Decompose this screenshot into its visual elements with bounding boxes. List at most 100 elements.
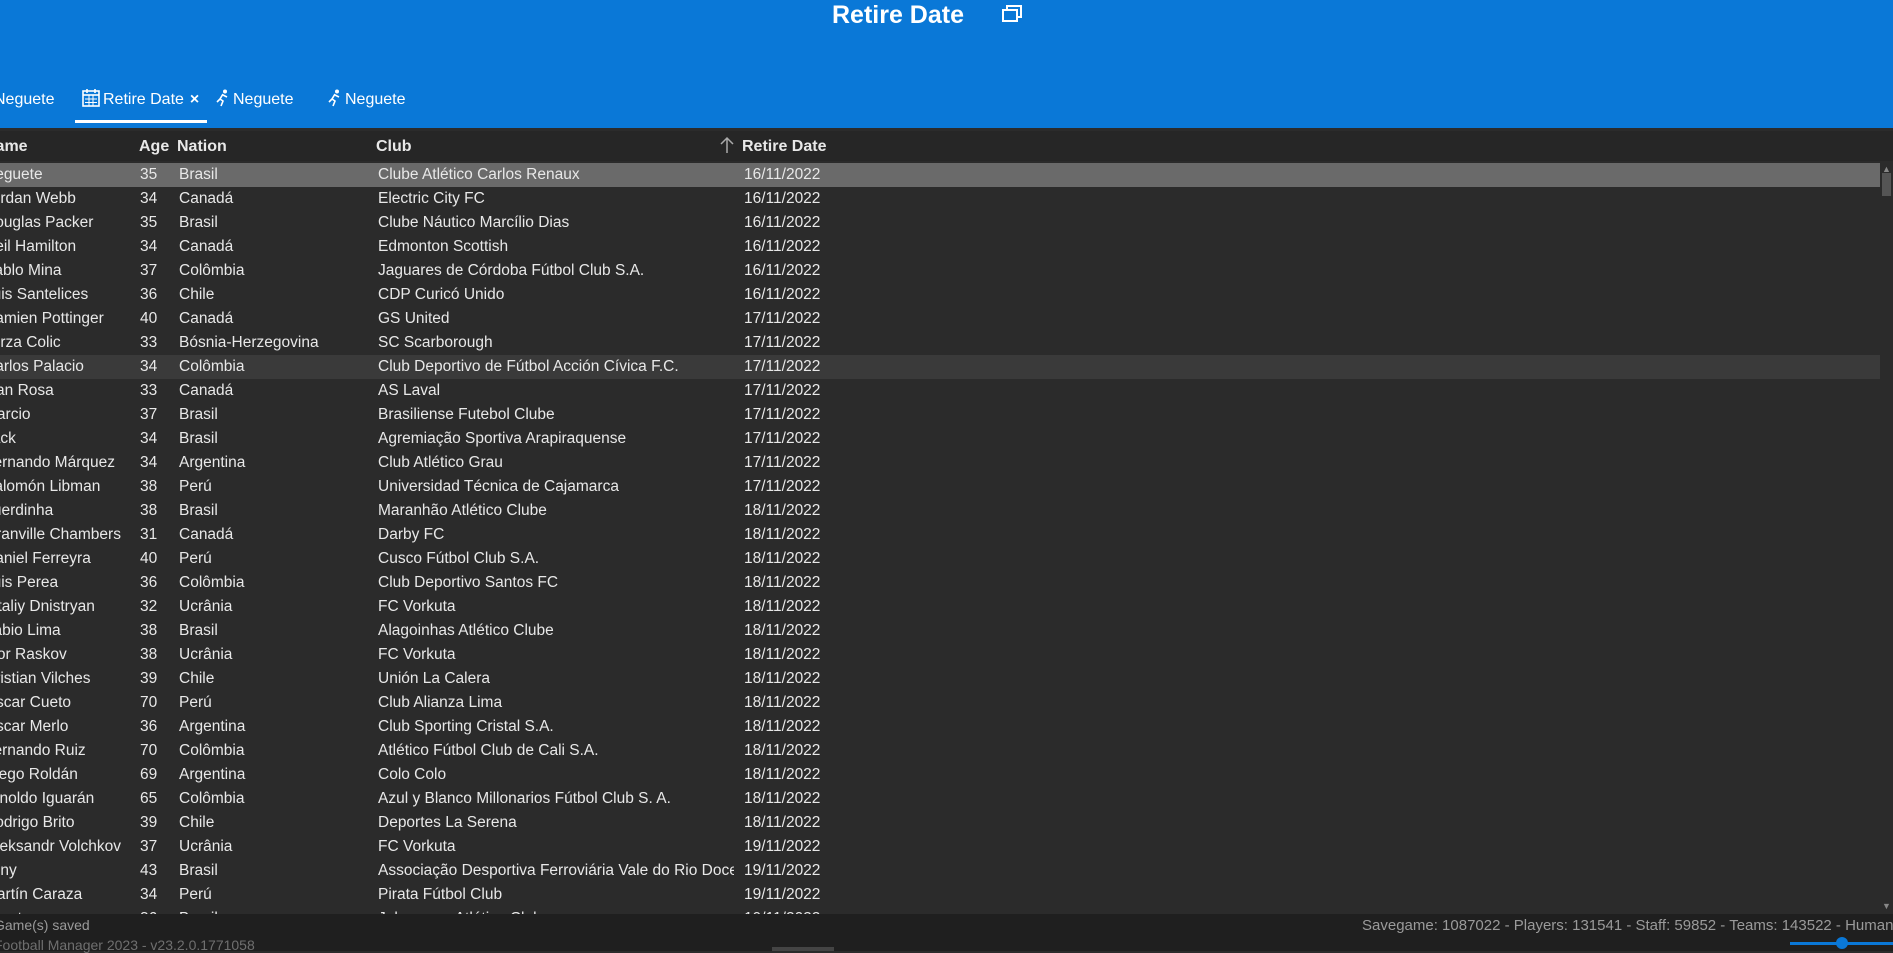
club-cell[interactable]: Deportes La Serena: [378, 811, 734, 835]
nation-cell[interactable]: Canadá: [179, 235, 369, 259]
table-row[interactable]: Martín Caraza 34 Perú Pirata Fútbol Club 19/…: [0, 883, 1880, 907]
club-cell[interactable]: Edmonton Scottish: [378, 235, 734, 259]
nation-cell[interactable]: Perú: [179, 475, 369, 499]
player-name-cell[interactable]: Jordan Webb: [0, 187, 134, 211]
player-name-cell[interactable]: Neil Hamilton: [0, 235, 134, 259]
club-cell[interactable]: Darby FC: [378, 523, 734, 547]
club-cell[interactable]: Electric City FC: [378, 187, 734, 211]
club-cell[interactable]: SC Scarborough: [378, 331, 734, 355]
nation-cell[interactable]: Argentina: [179, 763, 369, 787]
nation-cell[interactable]: Ucrânia: [179, 835, 369, 859]
club-cell[interactable]: Clube Atlético Carlos Renaux: [378, 163, 734, 187]
club-cell[interactable]: Unión La Calera: [378, 667, 734, 691]
nation-cell[interactable]: Brasil: [179, 163, 369, 187]
club-cell[interactable]: Colo Colo: [378, 763, 734, 787]
club-cell[interactable]: GS United: [378, 307, 734, 331]
club-cell[interactable]: Clube Náutico Marcílio Dias: [378, 211, 734, 235]
nation-cell[interactable]: Ucrânia: [179, 595, 369, 619]
table-row[interactable]: Tuerdinha 38 Brasil Maranhão Atlético Clube…: [0, 499, 1880, 523]
table-row[interactable]: Daniel Ferreyra 40 Perú Cusco Fútbol Club S…: [0, 547, 1880, 571]
club-cell[interactable]: Club Deportivo de Fútbol Acción Cívica F…: [378, 355, 734, 379]
club-cell[interactable]: Club Deportivo Santos FC: [378, 571, 734, 595]
club-cell[interactable]: Jaguares de Córdoba Fútbol Club S.A.: [378, 259, 734, 283]
table-row[interactable]: Jordan Webb 34 Canadá Electric City FC 16/11…: [0, 187, 1880, 211]
close-tab-icon[interactable]: ×: [190, 91, 199, 108]
table-row[interactable]: Luis Perea 36 Colômbia Club Deportivo Santo…: [0, 571, 1880, 595]
column-header-club[interactable]: Club: [376, 138, 412, 156]
nation-cell[interactable]: Chile: [179, 667, 369, 691]
club-cell[interactable]: Cusco Fútbol Club S.A.: [378, 547, 734, 571]
player-name-cell[interactable]: Vitaliy Dnistryan: [0, 595, 134, 619]
table-row[interactable]: Rodrigo Brito 39 Chile Deportes La Serena 18…: [0, 811, 1880, 835]
nation-cell[interactable]: Brasil: [179, 907, 369, 914]
nation-cell[interactable]: Brasil: [179, 211, 369, 235]
nation-cell[interactable]: Colômbia: [179, 571, 369, 595]
player-name-cell[interactable]: Oscar Cueto: [0, 691, 134, 715]
player-name-cell[interactable]: Ihor Raskov: [0, 643, 134, 667]
vertical-scrollbar[interactable]: ▲ ▼: [1880, 163, 1893, 914]
tab-neguete-3[interactable]: Neguete: [326, 88, 406, 112]
nation-cell[interactable]: Canadá: [179, 307, 369, 331]
player-name-cell[interactable]: Arnoldo Iguarán: [0, 787, 134, 811]
club-cell[interactable]: FC Vorkuta: [378, 595, 734, 619]
player-name-cell[interactable]: Oleksandr Volchkov: [0, 835, 134, 859]
player-name-cell[interactable]: Salomón Libman: [0, 475, 134, 499]
table-row[interactable]: Ihor Raskov 38 Ucrânia FC Vorkuta 18/11/2022: [0, 643, 1880, 667]
nation-cell[interactable]: Brasil: [179, 619, 369, 643]
nation-cell[interactable]: Brasil: [179, 403, 369, 427]
nation-cell[interactable]: Perú: [179, 547, 369, 571]
table-row[interactable]: Carlos Palacio 34 Colômbia Club Deportivo d…: [0, 355, 1880, 379]
club-cell[interactable]: FC Vorkuta: [378, 643, 734, 667]
nation-cell[interactable]: Colômbia: [179, 739, 369, 763]
table-row[interactable]: Marcio 37 Brasil Brasiliense Futebol Clube 1…: [0, 403, 1880, 427]
player-name-cell[interactable]: Marcio: [0, 403, 134, 427]
club-cell[interactable]: Jabaquara Atlético Clube: [378, 907, 734, 914]
nation-cell[interactable]: Colômbia: [179, 259, 369, 283]
restore-window-icon[interactable]: [1002, 5, 1022, 23]
table-row[interactable]: Ivan Rosa 33 Canadá AS Laval 17/11/2022: [0, 379, 1880, 403]
player-name-cell[interactable]: Luis Santelices: [0, 283, 134, 307]
club-cell[interactable]: Associação Desportiva Ferroviária Vale d…: [378, 859, 734, 883]
nation-cell[interactable]: Bósnia-Herzegovina: [179, 331, 369, 355]
table-row[interactable]: Oleksandr Volchkov 37 Ucrânia FC Vorkuta 19/…: [0, 835, 1880, 859]
nation-cell[interactable]: Canadá: [179, 187, 369, 211]
table-row[interactable]: Damien Pottinger 40 Canadá GS United 17/11/2…: [0, 307, 1880, 331]
nation-cell[interactable]: Chile: [179, 811, 369, 835]
player-name-cell[interactable]: Daniel Ferreyra: [0, 547, 134, 571]
nation-cell[interactable]: Perú: [179, 883, 369, 907]
table-row[interactable]: Pablo Mina 37 Colômbia Jaguares de Córdoba …: [0, 259, 1880, 283]
column-header-retire-date[interactable]: Retire Date: [742, 138, 826, 156]
player-name-cell[interactable]: Pablo Mina: [0, 259, 134, 283]
nation-cell[interactable]: Brasil: [179, 499, 369, 523]
player-name-cell[interactable]: Tony: [0, 859, 134, 883]
nation-cell[interactable]: Perú: [179, 691, 369, 715]
table-row[interactable]: Salomón Libman 38 Perú Universidad Técnica …: [0, 475, 1880, 499]
table-row[interactable]: Jonatan 36 Brasil Jabaquara Atlético Clube 1…: [0, 907, 1880, 914]
player-name-cell[interactable]: Neguete: [0, 163, 134, 187]
player-name-cell[interactable]: Oscar Merlo: [0, 715, 134, 739]
player-name-cell[interactable]: Tuerdinha: [0, 499, 134, 523]
nation-cell[interactable]: Canadá: [179, 523, 369, 547]
table-row[interactable]: Douglas Packer 35 Brasil Clube Náutico Marc…: [0, 211, 1880, 235]
club-cell[interactable]: FC Vorkuta: [378, 835, 734, 859]
column-header-nation[interactable]: Nation: [177, 138, 227, 156]
table-row[interactable]: Tony 43 Brasil Associação Desportiva Ferrov…: [0, 859, 1880, 883]
nation-cell[interactable]: Argentina: [179, 715, 369, 739]
column-header-age[interactable]: Age: [139, 138, 169, 156]
club-cell[interactable]: Azul y Blanco Millonarios Fútbol Club S.…: [378, 787, 734, 811]
table-row[interactable]: Neguete 35 Brasil Clube Atlético Carlos Ren…: [0, 163, 1880, 187]
player-name-cell[interactable]: Jonatan: [0, 907, 134, 914]
player-name-cell[interactable]: Cristian Vilches: [0, 667, 134, 691]
table-row[interactable]: Vitaliy Dnistryan 32 Ucrânia FC Vorkuta 18/1…: [0, 595, 1880, 619]
player-name-cell[interactable]: Fernando Ruiz: [0, 739, 134, 763]
player-name-cell[interactable]: Fernando Márquez: [0, 451, 134, 475]
club-cell[interactable]: Brasiliense Futebol Clube: [378, 403, 734, 427]
player-name-cell[interactable]: Douglas Packer: [0, 211, 134, 235]
player-name-cell[interactable]: Fabio Lima: [0, 619, 134, 643]
club-cell[interactable]: Maranhão Atlético Clube: [378, 499, 734, 523]
player-name-cell[interactable]: Luis Perea: [0, 571, 134, 595]
player-name-cell[interactable]: Jack: [0, 427, 134, 451]
scrollbar-thumb[interactable]: [1882, 173, 1891, 196]
table-row[interactable]: Diego Roldán 69 Argentina Colo Colo 18/11/20…: [0, 763, 1880, 787]
club-cell[interactable]: CDP Curicó Unido: [378, 283, 734, 307]
